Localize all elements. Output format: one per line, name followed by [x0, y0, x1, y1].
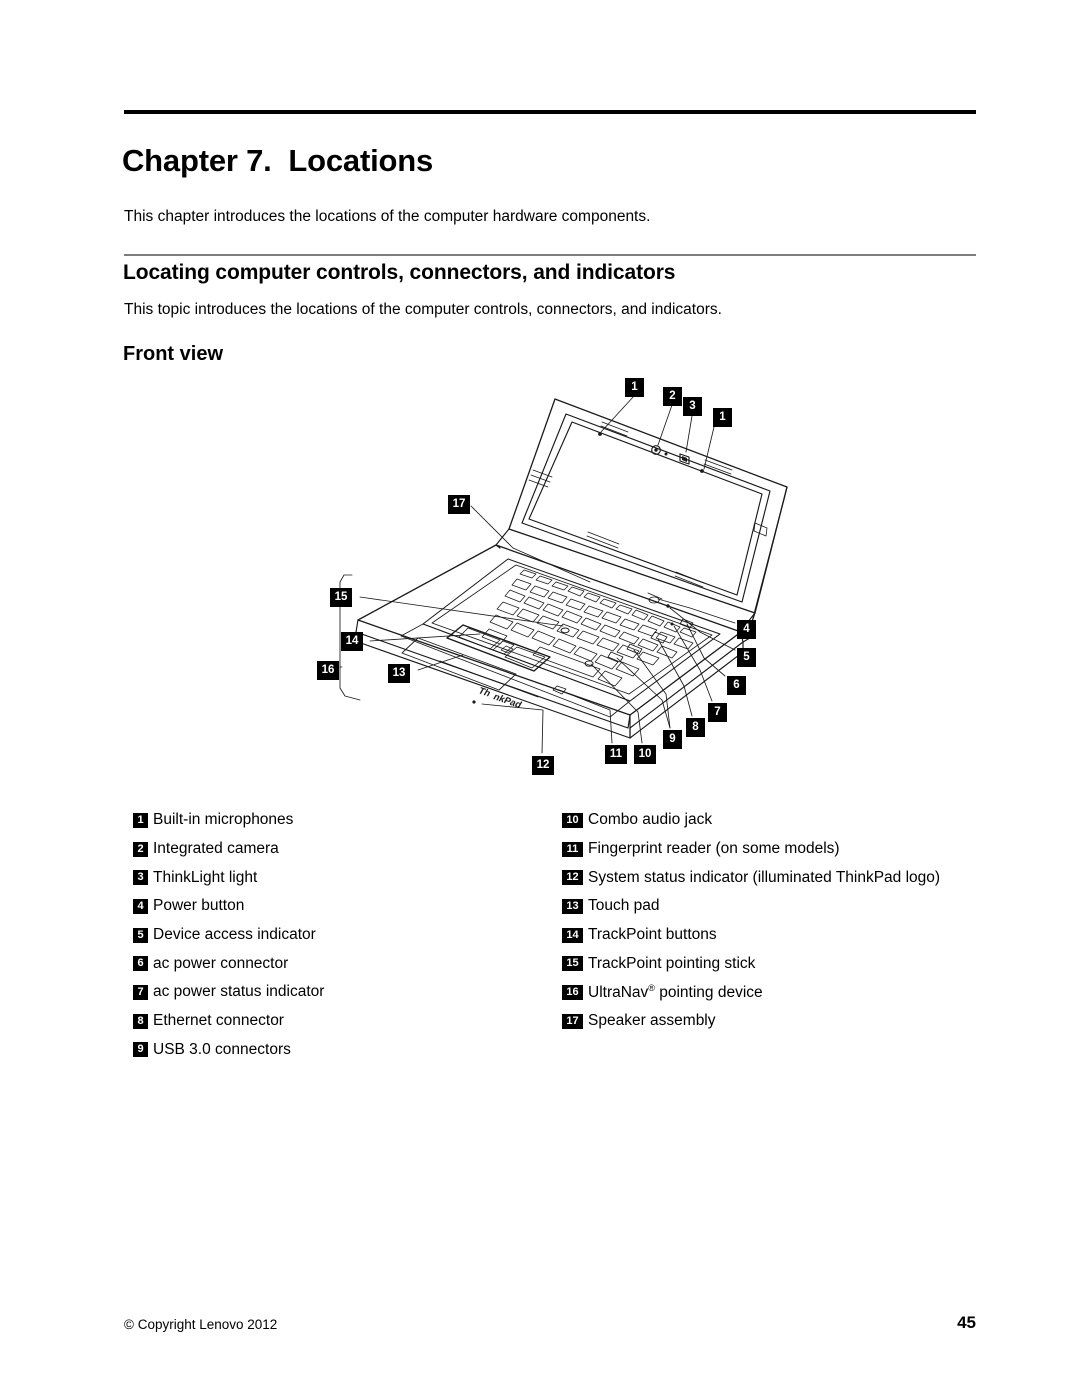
- section-divider-rule: [124, 254, 976, 256]
- legend-label-15: TrackPoint pointing stick: [588, 954, 756, 972]
- legend-badge-13: 13: [562, 898, 583, 914]
- callout-5: 5: [737, 648, 756, 667]
- legend-label-1: Built-in microphones: [153, 811, 294, 829]
- legend-item: 16 UltraNav® pointing device: [562, 978, 992, 1007]
- legend-badge-12: 12: [562, 870, 583, 886]
- subsection-heading: Front view: [123, 343, 224, 365]
- legend-badge-7: 7: [133, 984, 148, 1000]
- callout-2: 2: [663, 387, 682, 406]
- legend-label-3: ThinkLight light: [153, 868, 258, 886]
- chapter-title: Chapter 7. Locations: [122, 143, 434, 178]
- legend-badge-4: 4: [133, 898, 148, 914]
- legend-badge-15: 15: [562, 956, 583, 972]
- front-view-figure: Th nkPad 1 2 3 1 17 15 14 16 13 12 11 10…: [300, 370, 800, 790]
- legend-item: 3 ThinkLight light: [133, 863, 553, 892]
- section-paragraph: This topic introduces the locations of t…: [124, 301, 722, 318]
- legend-label-4: Power button: [153, 897, 245, 915]
- legend-label-5: Device access indicator: [153, 926, 316, 944]
- legend-item: 10 Combo audio jack: [562, 806, 992, 835]
- callout-1-top-right: 1: [713, 408, 732, 427]
- callout-10: 10: [634, 745, 656, 764]
- legend-item: 6 ac power connector: [133, 949, 553, 978]
- legend-label-14: TrackPoint buttons: [588, 926, 717, 944]
- legend-badge-2: 2: [133, 841, 148, 857]
- section-heading: Locating computer controls, connectors, …: [123, 261, 676, 284]
- legend-item: 8 Ethernet connector: [133, 1007, 553, 1036]
- legend-label-17: Speaker assembly: [588, 1012, 716, 1030]
- legend-column-left: 1 Built-in microphones 2 Integrated camera 3…: [133, 806, 553, 1064]
- legend-badge-6: 6: [133, 956, 148, 972]
- callout-4: 4: [737, 620, 756, 639]
- legend-label-6: ac power connector: [153, 954, 289, 972]
- footer-copyright: © Copyright Lenovo 2012: [124, 1317, 278, 1332]
- legend-item: 4 Power button: [133, 892, 553, 921]
- callout-6: 6: [727, 676, 746, 695]
- callout-13: 13: [388, 664, 410, 683]
- legend-badge-5: 5: [133, 927, 148, 943]
- callout-11: 11: [605, 745, 627, 764]
- legend-label-9: USB 3.0 connectors: [153, 1040, 291, 1058]
- legend-badge-16: 16: [562, 984, 583, 1000]
- callout-16: 16: [317, 661, 339, 680]
- footer-page-number: 45: [957, 1313, 976, 1332]
- legend-label-2: Integrated camera: [153, 840, 279, 858]
- legend-item: 1 Built-in microphones: [133, 806, 553, 835]
- callout-7: 7: [708, 703, 727, 722]
- callout-1-top-left: 1: [625, 378, 644, 397]
- callout-3: 3: [683, 397, 702, 416]
- callout-12: 12: [532, 756, 554, 775]
- legend-item: 13 Touch pad: [562, 892, 992, 921]
- legend-item: 9 USB 3.0 connectors: [133, 1036, 553, 1065]
- svg-text:Th: Th: [477, 685, 492, 699]
- legend-item: 5 Device access indicator: [133, 921, 553, 950]
- legend-label-13: Touch pad: [588, 897, 660, 915]
- legend-label-8: Ethernet connector: [153, 1012, 284, 1030]
- document-page: Chapter 7. Locations This chapter introd…: [0, 0, 1080, 1397]
- legend-label-11: Fingerprint reader (on some models): [588, 840, 840, 858]
- callout-17: 17: [448, 495, 470, 514]
- laptop-illustration: Th nkPad: [339, 395, 788, 754]
- legend-item: 11 Fingerprint reader (on some models): [562, 835, 992, 864]
- legend-label-10: Combo audio jack: [588, 811, 713, 829]
- legend-label-16: UltraNav® pointing device: [588, 982, 763, 1002]
- legend-item: 15 TrackPoint pointing stick: [562, 949, 992, 978]
- legend-label-12: System status indicator (illuminated Thi…: [588, 868, 941, 886]
- legend-item: 14 TrackPoint buttons: [562, 921, 992, 950]
- legend-badge-9: 9: [133, 1042, 148, 1058]
- legend-badge-1: 1: [133, 812, 148, 828]
- header-rule: [124, 110, 976, 114]
- callout-15: 15: [330, 588, 352, 607]
- legend-badge-14: 14: [562, 927, 583, 943]
- legend-item: 2 Integrated camera: [133, 835, 553, 864]
- legend-label-7: ac power status indicator: [153, 983, 325, 1001]
- callout-8: 8: [686, 718, 705, 737]
- legend-badge-17: 17: [562, 1013, 583, 1029]
- legend-badge-8: 8: [133, 1013, 148, 1029]
- legend-badge-11: 11: [562, 841, 583, 857]
- chapter-intro-paragraph: This chapter introduces the locations of…: [124, 208, 651, 225]
- callout-14: 14: [341, 632, 363, 651]
- legend-column-right: 10 Combo audio jack 11 Fingerprint reader (…: [562, 806, 992, 1036]
- legend-badge-3: 3: [133, 870, 148, 886]
- legend-item: 12 System status indicator (illuminated T…: [562, 863, 992, 892]
- callout-9: 9: [663, 730, 682, 749]
- legend-item: 17 Speaker assembly: [562, 1007, 992, 1036]
- legend-item: 7 ac power status indicator: [133, 978, 553, 1007]
- legend-badge-10: 10: [562, 812, 583, 828]
